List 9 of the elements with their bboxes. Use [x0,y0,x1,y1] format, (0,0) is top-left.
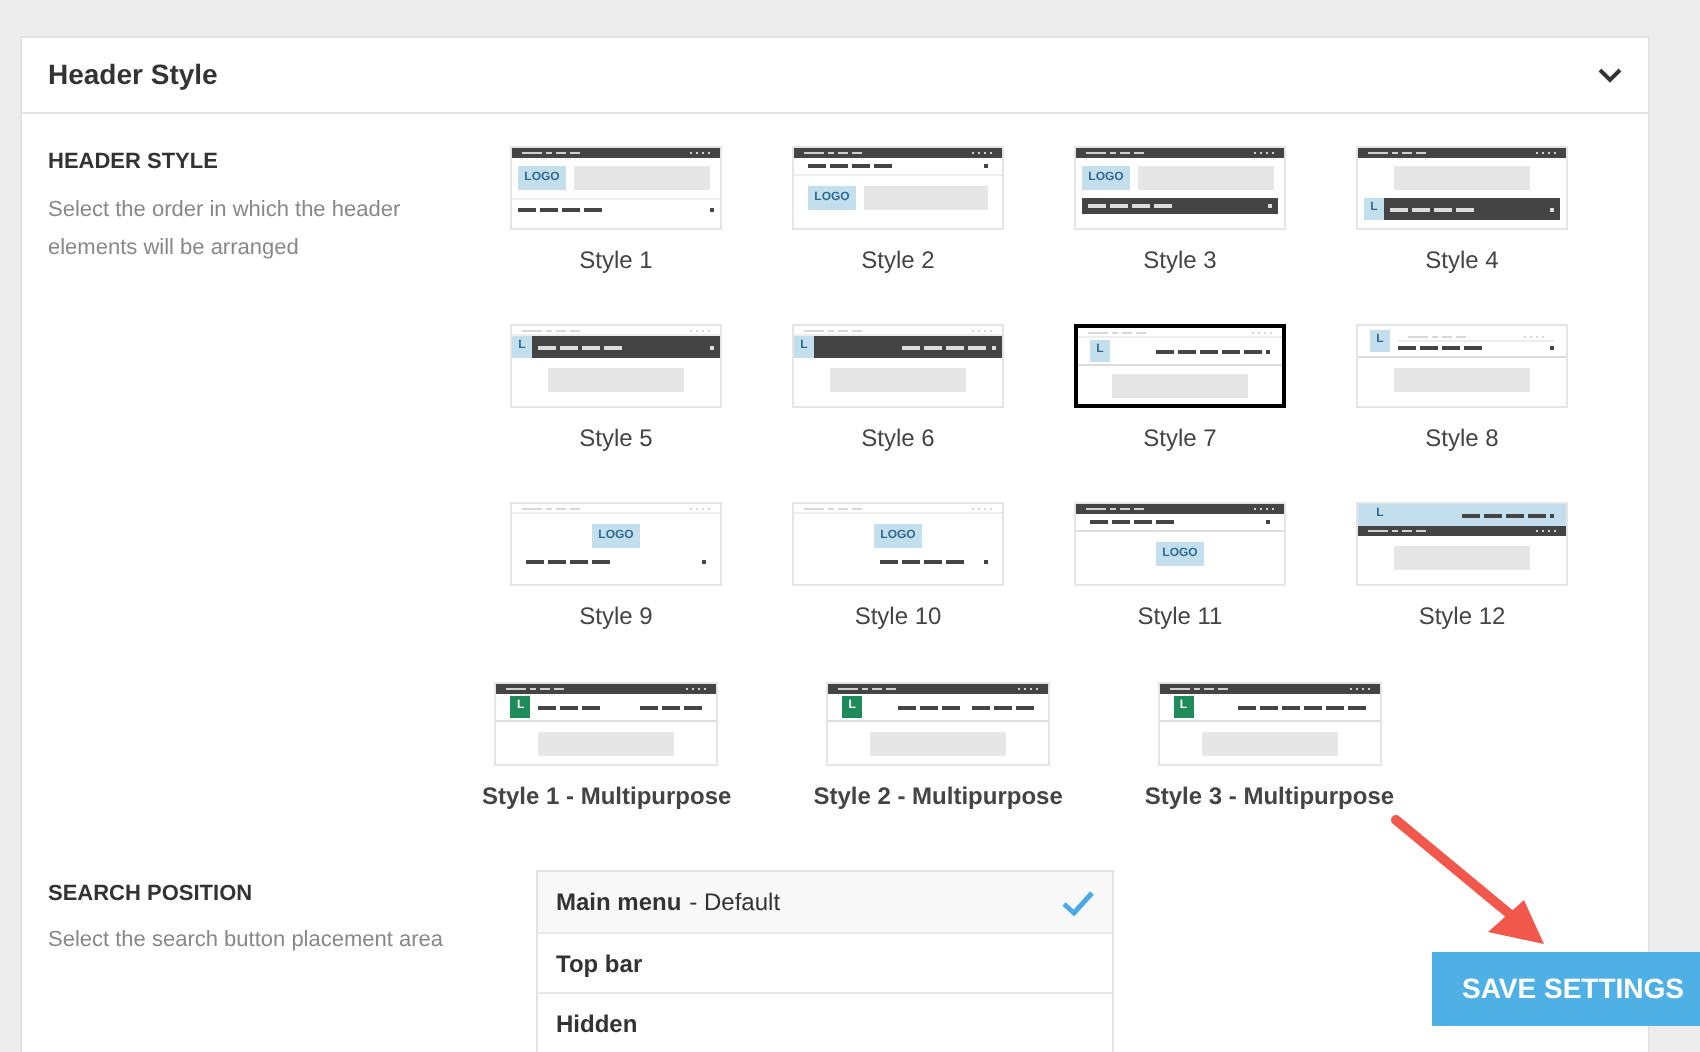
chevron-icon [1598,67,1622,83]
checkmark-icon [1062,889,1094,915]
search-position-option[interactable]: Main menu - Default [538,872,1112,932]
section-header[interactable]: Header Style [22,38,1648,114]
field-heading: HEADER STYLE [48,148,220,178]
field-description: Select the search button placement area [48,925,446,955]
field-heading: SEARCH POSITION [48,880,255,910]
field-description: Select the order in which the header elements will be arranged [48,195,403,263]
section-title: Header Style [48,56,218,94]
